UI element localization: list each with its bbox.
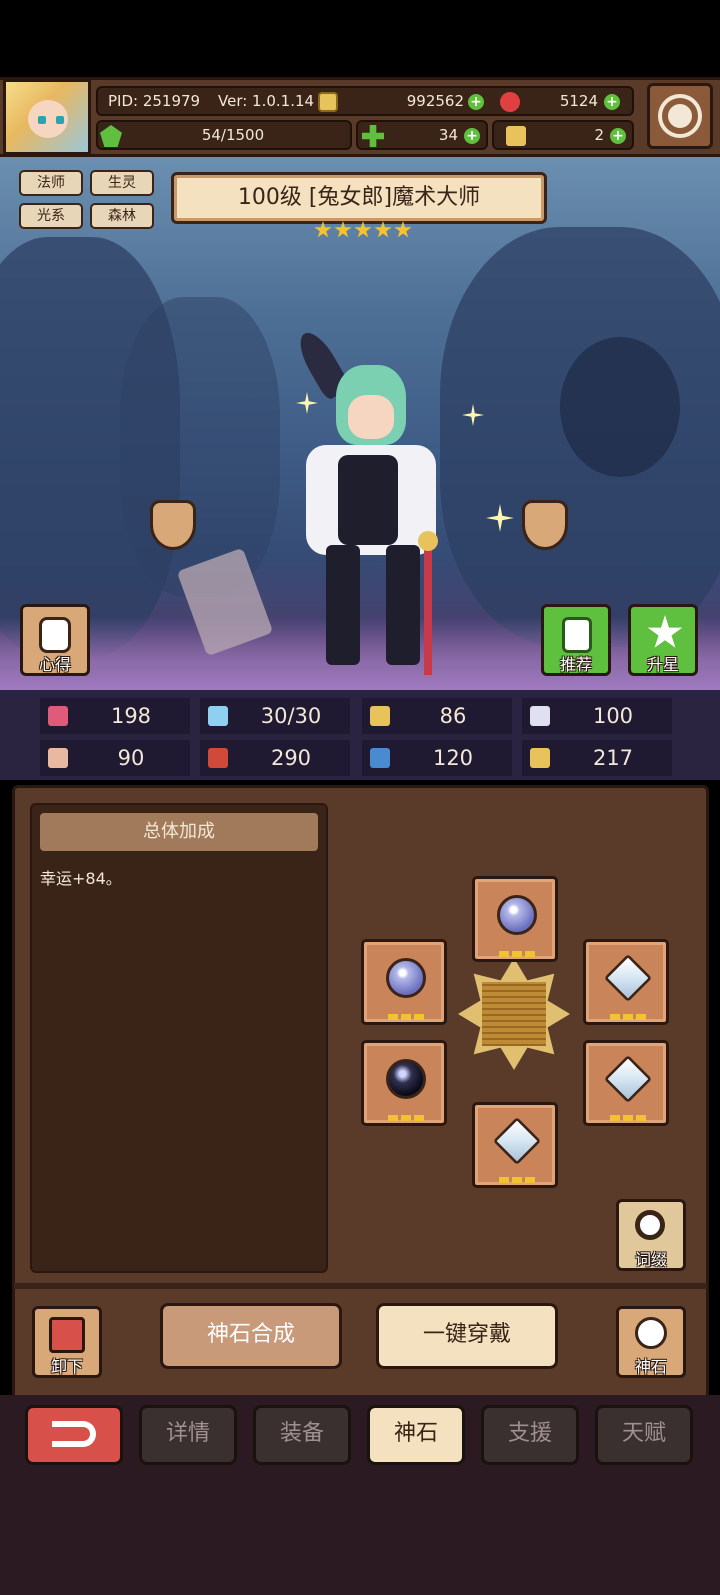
crystal-gem-icon — [603, 1054, 653, 1104]
clover-icon — [362, 125, 384, 147]
left-shield-slot-icon[interactable] — [150, 500, 196, 550]
tab-godstone[interactable]: 神石 — [367, 1405, 465, 1465]
stat-value: 290 — [270, 746, 312, 770]
bunny-girl-character[interactable] — [292, 325, 446, 685]
stat-cell: 100 — [522, 698, 672, 734]
arrow-down-icon — [49, 1317, 85, 1353]
stat-value: 217 — [592, 746, 634, 770]
godstone-slot-upper-left[interactable] — [361, 939, 447, 1025]
tag-class: 法师 — [19, 170, 83, 196]
star-up-label: 升星 — [646, 655, 679, 674]
stat-cell: 90 — [40, 740, 190, 776]
stat-value: 100 — [592, 704, 634, 728]
tab-details[interactable]: 详情 — [139, 1405, 237, 1465]
total-bonus-box: 总体加成 幸运+84。 — [30, 803, 328, 1273]
insight-button[interactable]: 心得 — [20, 604, 90, 676]
wing-icon — [530, 706, 550, 726]
unequip-label: 卸下 — [50, 1357, 83, 1376]
spellbook-icon — [208, 748, 228, 768]
mask-icon — [39, 617, 71, 653]
account-info-bar: PID: 251979 Ver: 1.0.1.14 992562 + 5124 … — [96, 86, 634, 116]
fist-icon — [48, 748, 68, 768]
godstone-button[interactable]: 神石 — [616, 1306, 686, 1378]
version-label: Ver: 1.0.1.14 — [218, 92, 315, 110]
boot-icon — [370, 748, 390, 768]
tab-support[interactable]: 支援 — [481, 1405, 579, 1465]
add-gold-button[interactable]: + — [468, 94, 484, 110]
tag-race: 生灵 — [90, 170, 154, 196]
stat-value: 120 — [432, 746, 474, 770]
dark-orb-gem-icon — [386, 1059, 426, 1099]
godstone-slot-upper-right[interactable] — [583, 939, 669, 1025]
unequip-button[interactable]: 卸下 — [32, 1306, 102, 1378]
star-icon — [647, 615, 683, 648]
energy-value: 54/1500 — [201, 126, 265, 144]
right-shield-slot-icon[interactable] — [522, 500, 568, 550]
water-drop-icon — [208, 706, 228, 726]
gear-icon — [662, 98, 698, 134]
horseshoe-icon — [530, 748, 550, 768]
bonus-text: 幸运+84。 — [40, 869, 122, 888]
stat-cell: 86 — [362, 698, 512, 734]
key-bar: 2 + — [492, 120, 634, 150]
gem-amount: 5124 — [559, 92, 598, 110]
equip-all-button[interactable]: 一键穿戴 — [376, 1303, 558, 1369]
thumbs-up-icon — [562, 617, 592, 653]
stat-cell: 120 — [362, 740, 512, 776]
player-avatar[interactable] — [3, 79, 91, 155]
add-clover-button[interactable]: + — [464, 128, 480, 144]
synthesize-godstone-button[interactable]: 神石合成 — [160, 1303, 342, 1369]
insight-label: 心得 — [38, 655, 71, 674]
settings-button[interactable] — [647, 83, 713, 149]
stat-value: 30/30 — [260, 704, 322, 728]
recommend-label: 推荐 — [559, 655, 592, 674]
pid-label: PID: 251979 — [108, 92, 201, 110]
panel-divider — [14, 1283, 707, 1289]
tag-habitat: 森林 — [90, 203, 154, 229]
back-button[interactable] — [25, 1405, 123, 1465]
purple-orb-gem-icon — [497, 895, 537, 935]
crystal-gem-icon — [603, 953, 653, 1003]
key-icon — [506, 126, 526, 146]
key-amount: 2 — [594, 126, 604, 144]
godstone-icon — [635, 1317, 667, 1349]
star-up-button[interactable]: 升星 — [628, 604, 698, 676]
tab-talent[interactable]: 天赋 — [595, 1405, 693, 1465]
stat-value: 90 — [117, 746, 145, 770]
stat-value: 86 — [439, 704, 467, 728]
affix-button[interactable]: 词缀 — [616, 1199, 686, 1271]
clover-amount: 34 — [438, 126, 458, 144]
crystal-gem-icon — [492, 1116, 542, 1166]
back-arrow-icon — [52, 1421, 96, 1447]
red-gem-icon — [500, 92, 520, 112]
affix-label: 词缀 — [634, 1250, 667, 1269]
godstone-slot-lower-left[interactable] — [361, 1040, 447, 1126]
character-title: 100级 [兔女郎]魔术大师 — [171, 172, 547, 224]
stat-cell: 290 — [200, 740, 350, 776]
gold-coin-icon — [318, 92, 338, 112]
add-key-button[interactable]: + — [610, 128, 626, 144]
godstone-slot-bottom[interactable] — [472, 1102, 558, 1188]
tag-element: 光系 — [19, 203, 83, 229]
magnifier-icon — [635, 1210, 665, 1240]
clover-bar: 34 + — [356, 120, 488, 150]
gold-amount: 992562 — [406, 92, 464, 110]
tab-equipment[interactable]: 装备 — [253, 1405, 351, 1465]
stat-cell: 30/30 — [200, 698, 350, 734]
add-gem-button[interactable]: + — [604, 94, 620, 110]
stat-value: 198 — [110, 704, 152, 728]
heart-icon — [48, 706, 68, 726]
shield-icon — [370, 706, 390, 726]
recommend-button[interactable]: 推荐 — [541, 604, 611, 676]
total-bonus-header: 总体加成 — [40, 813, 318, 851]
godstone-slot-top[interactable] — [472, 876, 558, 962]
purple-orb-gem-icon — [386, 958, 426, 998]
energy-icon — [100, 125, 122, 147]
godstone-label: 神石 — [634, 1357, 667, 1376]
energy-bar: 54/1500 — [96, 120, 352, 150]
stat-cell: 217 — [522, 740, 672, 776]
godstone-slot-lower-right[interactable] — [583, 1040, 669, 1126]
stat-cell: 198 — [40, 698, 190, 734]
center-socket[interactable] — [458, 958, 570, 1070]
